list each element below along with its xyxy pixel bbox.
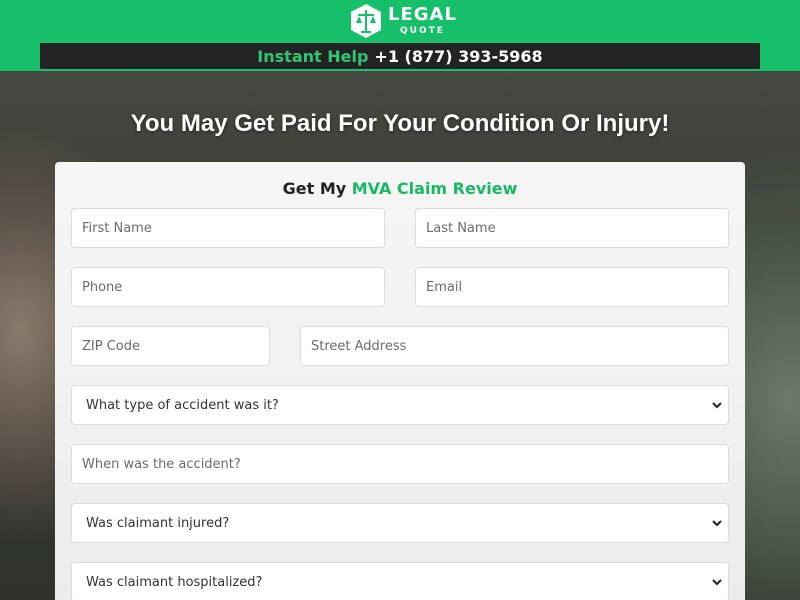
chevron-down-icon bbox=[712, 520, 722, 527]
claimant-hospitalized-value: Was claimant hospitalized? bbox=[86, 574, 263, 590]
form-title-accent: MVA Claim Review bbox=[351, 179, 518, 198]
email-placeholder: Email bbox=[426, 279, 463, 295]
zip-code-placeholder: ZIP Code bbox=[82, 338, 140, 354]
instant-help-bar[interactable]: Instant Help +1 (877) 393-5968 bbox=[40, 43, 760, 69]
accident-type-select[interactable]: What type of accident was it? bbox=[71, 385, 729, 425]
accident-type-value: What type of accident was it? bbox=[86, 397, 279, 413]
page-headline: You May Get Paid For Your Condition Or I… bbox=[130, 110, 670, 137]
street-address-input[interactable]: Street Address bbox=[300, 326, 729, 366]
site-header: LEGAL QUOTE Instant Help +1 (877) 393-59… bbox=[0, 0, 800, 71]
phone-placeholder: Phone bbox=[82, 279, 123, 295]
last-name-placeholder: Last Name bbox=[426, 220, 496, 236]
claimant-hospitalized-select[interactable]: Was claimant hospitalized? bbox=[71, 562, 729, 600]
first-name-input[interactable]: First Name bbox=[71, 208, 385, 248]
chevron-down-icon bbox=[712, 402, 722, 409]
phone-number-link[interactable]: +1 (877) 393-5968 bbox=[374, 47, 542, 66]
scales-of-justice-icon bbox=[350, 4, 382, 38]
form-title-prefix: Get My bbox=[282, 179, 347, 198]
accident-date-input[interactable]: When was the accident? bbox=[71, 444, 729, 484]
last-name-input[interactable]: Last Name bbox=[415, 208, 729, 248]
claimant-injured-select[interactable]: Was claimant injured? bbox=[71, 503, 729, 543]
logo-line-2: QUOTE bbox=[400, 26, 445, 36]
instant-help-label: Instant Help bbox=[257, 46, 369, 66]
chevron-down-icon bbox=[712, 579, 722, 586]
email-input[interactable]: Email bbox=[415, 267, 729, 307]
form-title: Get My MVA Claim Review bbox=[55, 179, 745, 198]
logo-line-1: LEGAL bbox=[388, 4, 457, 25]
claimant-injured-value: Was claimant injured? bbox=[86, 515, 230, 531]
phone-input[interactable]: Phone bbox=[71, 267, 385, 307]
accident-date-placeholder: When was the accident? bbox=[82, 456, 241, 472]
zip-code-input[interactable]: ZIP Code bbox=[71, 326, 270, 366]
logo-text: LEGAL QUOTE bbox=[388, 6, 457, 36]
logo[interactable]: LEGAL QUOTE bbox=[350, 2, 457, 40]
claim-form-card: Get My MVA Claim Review First Name Last … bbox=[55, 162, 745, 600]
first-name-placeholder: First Name bbox=[82, 220, 152, 236]
street-address-placeholder: Street Address bbox=[311, 338, 407, 354]
